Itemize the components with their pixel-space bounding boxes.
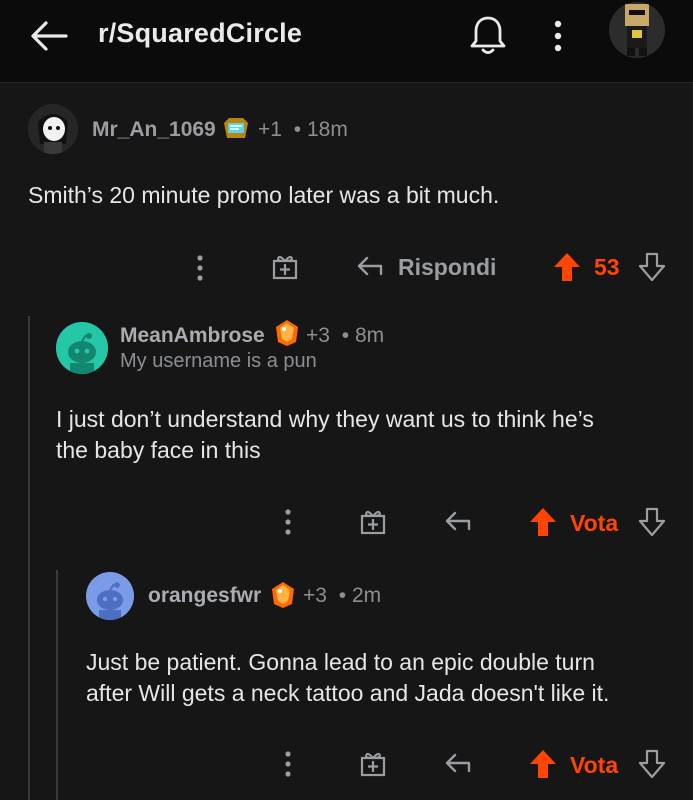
award-count: +3 <box>303 584 327 607</box>
award-icon[interactable] <box>272 318 302 348</box>
reply-button[interactable]: Rispondi <box>398 254 496 281</box>
upvote-icon[interactable] <box>528 748 558 785</box>
reply-icon[interactable] <box>443 749 473 782</box>
comment-body: Smith’s 20 minute promo later was a bit … <box>28 182 500 208</box>
comment-body-line-2: after Will gets a neck tattoo and Jada d… <box>86 680 610 706</box>
downvote-icon[interactable] <box>638 251 666 288</box>
comment-body-line-2: the baby face in this <box>56 437 261 463</box>
award-icon[interactable] <box>221 114 251 144</box>
thread-line[interactable] <box>28 316 30 800</box>
reply-icon[interactable] <box>443 507 473 540</box>
reply-icon[interactable] <box>355 252 385 285</box>
award-count-meta: +3 • 2m <box>303 584 381 608</box>
more-icon[interactable] <box>278 750 298 783</box>
avatar[interactable] <box>28 104 78 154</box>
timestamp: • 18m <box>293 118 348 141</box>
user-flair: My username is a pun <box>120 350 317 372</box>
timestamp: • 2m <box>338 584 382 607</box>
award-count: +3 <box>306 324 330 347</box>
upvote-icon[interactable] <box>552 251 582 288</box>
username[interactable]: Mr_An_1069 <box>92 118 216 141</box>
more-icon[interactable] <box>548 16 568 56</box>
comment-meta: MeanAmbrose <box>120 324 265 348</box>
comment-meta: orangesfwr <box>148 584 261 608</box>
award-icon[interactable] <box>268 580 298 610</box>
timestamp: • 8m <box>341 324 385 347</box>
avatar[interactable] <box>86 572 134 620</box>
award-count-meta: +1 • 18m <box>258 118 348 142</box>
more-icon[interactable] <box>190 254 210 287</box>
downvote-icon[interactable] <box>638 748 666 785</box>
username[interactable]: MeanAmbrose <box>120 324 265 347</box>
thread-line[interactable] <box>56 570 58 800</box>
back-arrow-icon[interactable] <box>28 18 70 54</box>
username[interactable]: orangesfwr <box>148 584 261 607</box>
downvote-icon[interactable] <box>638 506 666 543</box>
bell-icon[interactable] <box>468 14 508 56</box>
more-icon[interactable] <box>278 508 298 541</box>
gift-icon[interactable] <box>359 749 387 782</box>
vote-button[interactable]: Vota <box>570 752 618 779</box>
user-avatar[interactable] <box>609 2 665 58</box>
comment-meta: Mr_An_1069 <box>92 118 216 142</box>
top-bar: r/SquaredCircle <box>0 0 693 83</box>
comment-body-line-1: Just be patient. Gonna lead to an epic d… <box>86 649 595 675</box>
avatar[interactable] <box>56 322 108 374</box>
award-count-meta: +3 • 8m <box>306 324 384 348</box>
vote-score: 53 <box>594 254 620 280</box>
vote-button[interactable]: Vota <box>570 510 618 537</box>
award-count: +1 <box>258 118 282 141</box>
subreddit-title[interactable]: r/SquaredCircle <box>98 18 302 49</box>
gift-icon[interactable] <box>359 507 387 540</box>
upvote-icon[interactable] <box>528 506 558 543</box>
gift-icon[interactable] <box>271 252 299 285</box>
comment-body-line-1: I just don’t understand why they want us… <box>56 406 594 432</box>
